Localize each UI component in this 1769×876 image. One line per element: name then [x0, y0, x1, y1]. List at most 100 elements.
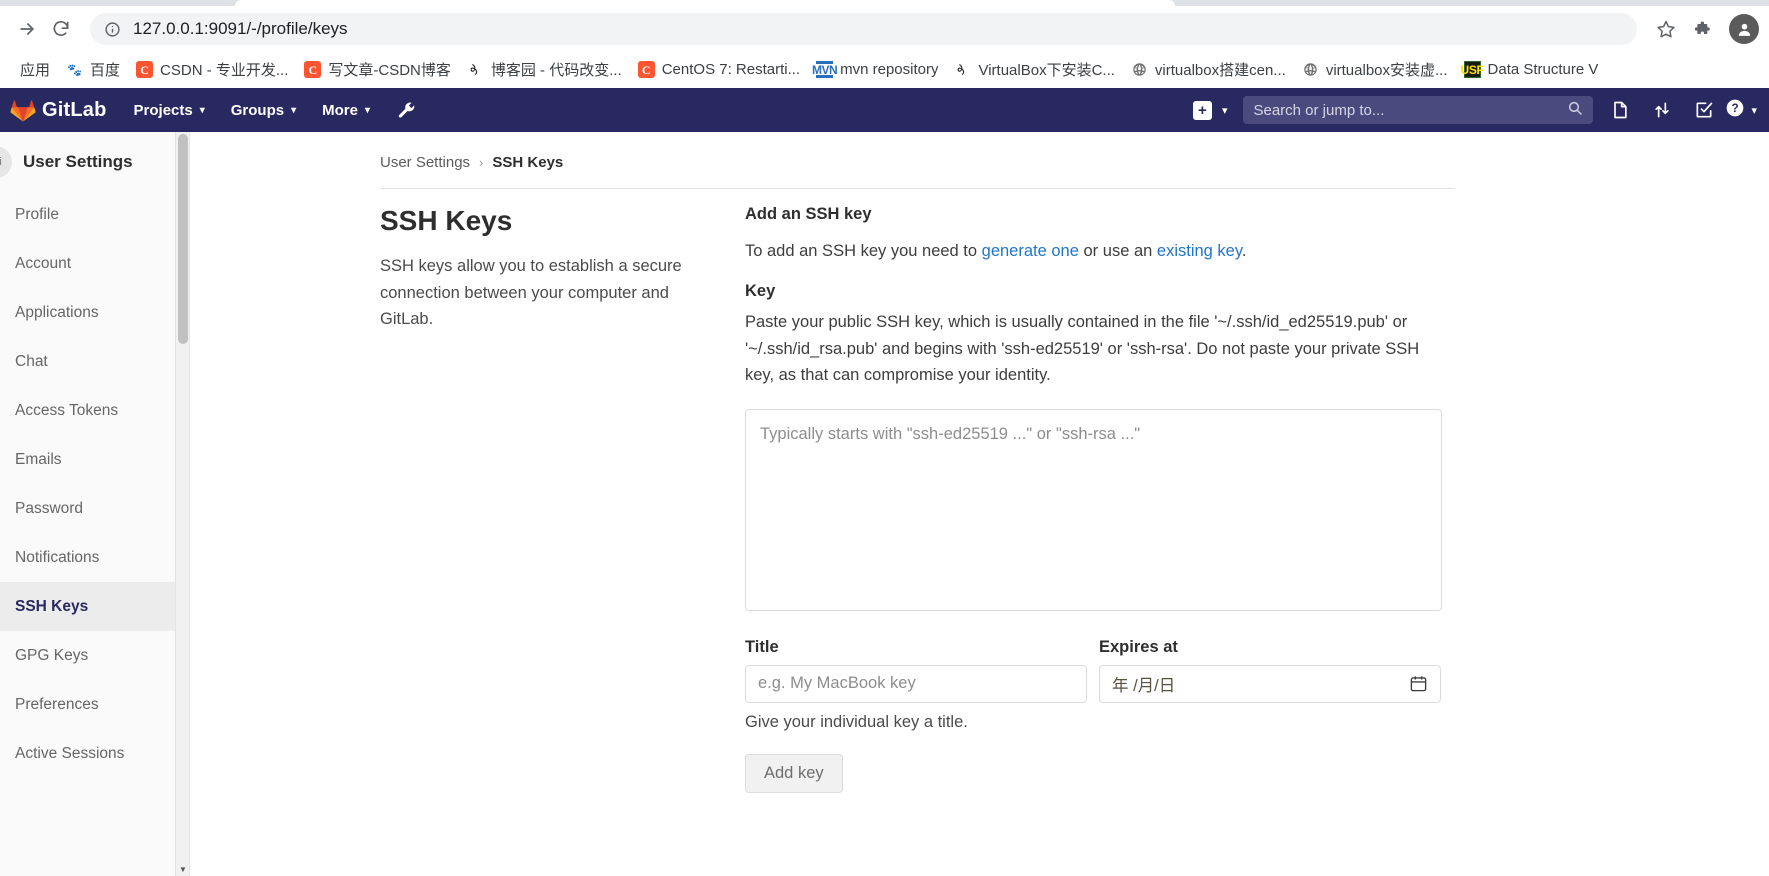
bookmarks-bar: 应用 🐾 百度 C CSDN - 专业开发... C 写文章-CSDN博客 博客…	[0, 52, 1769, 88]
bookmark-label: CSDN - 专业开发...	[160, 62, 289, 79]
search-magnifier-icon	[1567, 100, 1583, 121]
site-info-icon[interactable]	[104, 21, 121, 38]
bookmark-label: Data Structure V	[1487, 61, 1599, 78]
sidebar-item-applications[interactable]: Applications	[0, 288, 189, 337]
todos-icon[interactable]	[1683, 88, 1725, 132]
new-item-dropdown[interactable]: + ▾	[1183, 100, 1238, 120]
chevron-down-icon: ▾	[291, 104, 297, 116]
extensions-puzzle-icon[interactable]	[1687, 12, 1721, 46]
sidebar-inner: mi User Settings Profile Account App	[0, 132, 189, 778]
bookmark-item[interactable]: 博客园 - 代码改变...	[459, 56, 630, 84]
sidebar-item-label: SSH Keys	[15, 597, 89, 615]
breadcrumb-parent[interactable]: User Settings	[380, 154, 470, 171]
search-input[interactable]: Search or jump to...	[1243, 96, 1594, 124]
bookmark-item[interactable]: 🐾 百度	[58, 56, 128, 84]
nav-projects[interactable]: Projects ▾	[121, 88, 218, 132]
wrench-admin-icon[interactable]	[383, 101, 430, 120]
bookmark-label: 博客园 - 代码改变...	[490, 62, 622, 79]
plus-new-icon: +	[1192, 100, 1212, 120]
sidebar-item-label: Chat	[15, 352, 48, 370]
sidebar-title: User Settings	[23, 152, 133, 171]
sidebar-scroll-thumb[interactable]	[178, 134, 188, 344]
bookmark-item[interactable]: MVN mvn repository	[808, 56, 946, 84]
gitlab-navbar: GitLab Projects ▾ Groups ▾ More ▾ + ▾ Se…	[0, 88, 1769, 132]
baidu-icon: 🐾	[67, 62, 82, 77]
avatar[interactable]: mi	[0, 146, 12, 178]
help-menu[interactable]: ? ▾	[1725, 98, 1761, 123]
sidebar-item-notifications[interactable]: Notifications	[0, 533, 189, 582]
active-tab[interactable]	[235, 0, 1175, 6]
svg-text:?: ?	[1732, 102, 1739, 115]
page-intro-text: SSH keys allow you to establish a secure…	[380, 257, 682, 329]
sidebar-item-password[interactable]: Password	[0, 484, 189, 533]
sidebar-item-label: GPG Keys	[15, 646, 89, 664]
page-title: SSH Keys	[380, 205, 513, 236]
chevron-down-icon: ▾	[1221, 104, 1228, 117]
browser-chrome: 127.0.0.1:9091/-/profile/keys 应用 🐾 百度 C …	[0, 0, 1769, 88]
mvn-icon: MVN	[812, 61, 838, 78]
title-input[interactable]	[745, 664, 1087, 703]
bookmark-item[interactable]: USF Data Structure V	[1456, 56, 1607, 84]
add-key-button[interactable]: Add key	[745, 753, 843, 793]
bookmark-label: VirtualBox下安装C...	[978, 62, 1115, 79]
scroll-down-arrow-icon[interactable]: ▼	[176, 862, 189, 876]
sidebar-item-account[interactable]: Account	[0, 239, 189, 288]
sidebar-scrollbar[interactable]: ▲ ▼	[175, 132, 189, 876]
merge-requests-icon[interactable]	[1641, 88, 1683, 132]
gitlab-brand-label: GitLab	[42, 98, 107, 121]
search-placeholder: Search or jump to...	[1253, 101, 1385, 119]
sidebar-item-access-tokens[interactable]: Access Tokens	[0, 386, 189, 435]
sidebar-item-preferences[interactable]: Preferences	[0, 680, 189, 729]
bookmark-item[interactable]: C CSDN - 专业开发...	[128, 56, 296, 84]
bookmark-item[interactable]: virtualbox安装虚...	[1294, 56, 1456, 84]
bookmark-label: 应用	[20, 62, 51, 79]
bookmark-label: virtualbox搭建cen...	[1154, 62, 1286, 79]
title-field-group: Title Give your individual key a title.	[745, 638, 1087, 732]
expires-date-input[interactable]: 年 /月/日	[1099, 664, 1441, 703]
globe-icon	[1131, 61, 1148, 78]
nav-groups[interactable]: Groups ▾	[218, 88, 309, 132]
csdn-icon: C	[637, 61, 655, 78]
content-inner: User Settings › SSH Keys SSH Keys SSH ke…	[190, 132, 1769, 793]
bookmark-item[interactable]: C 写文章-CSDN博客	[296, 56, 459, 84]
key-field-help: Paste your public SSH key, which is usua…	[745, 313, 1420, 385]
bookmark-item[interactable]: 应用	[12, 56, 58, 84]
sidebar-item-emails[interactable]: Emails	[0, 435, 189, 484]
sidebar-item-label: Access Tokens	[15, 401, 119, 419]
calendar-icon[interactable]	[1409, 674, 1428, 693]
sidebar-item-ssh-keys[interactable]: SSH Keys	[0, 582, 189, 631]
gitlab-home-link[interactable]: GitLab	[10, 97, 107, 123]
issues-icon[interactable]	[1599, 88, 1641, 132]
profile-icon	[0, 208, 2, 221]
forward-arrow-icon[interactable]	[10, 12, 44, 46]
bookmark-item[interactable]: C CentOS 7: Restarti...	[630, 56, 808, 84]
cnblogs-icon	[467, 61, 484, 78]
settings-two-column: SSH Keys SSH keys allow you to establish…	[380, 189, 1769, 793]
bookmark-item[interactable]: virtualbox搭建cen...	[1123, 56, 1294, 84]
sidebar-item-gpg-keys[interactable]: GPG Keys	[0, 631, 189, 680]
bookmark-label: mvn repository	[840, 61, 939, 78]
sidebar-item-chat[interactable]: Chat	[0, 337, 189, 386]
reload-icon[interactable]	[44, 12, 78, 46]
generate-one-link[interactable]: generate one	[982, 242, 1079, 260]
sidebar-header: mi User Settings	[0, 132, 189, 190]
nav-more[interactable]: More ▾	[309, 88, 383, 132]
existing-key-link[interactable]: existing key	[1157, 242, 1242, 260]
sidebar-item-label: Account	[15, 254, 72, 272]
ssh-key-icon	[0, 600, 2, 613]
sidebar-item-active-sessions[interactable]: Active Sessions	[0, 729, 189, 778]
applications-icon	[0, 306, 2, 319]
key-input[interactable]	[745, 408, 1442, 611]
expires-field-label: Expires at	[1099, 637, 1178, 656]
main-content: User Settings › SSH Keys SSH Keys SSH ke…	[190, 132, 1769, 876]
title-expires-row: Title Give your individual key a title. …	[745, 638, 1445, 732]
address-bar[interactable]: 127.0.0.1:9091/-/profile/keys	[90, 13, 1637, 45]
password-icon	[0, 502, 2, 515]
settings-description-column: SSH Keys SSH keys allow you to establish…	[380, 205, 745, 793]
bookmark-item[interactable]: VirtualBox下安装C...	[946, 56, 1122, 84]
bookmark-star-icon[interactable]	[1649, 12, 1683, 46]
sidebar-item-profile[interactable]: Profile	[0, 190, 189, 239]
bookmark-label: 百度	[90, 62, 121, 79]
profile-avatar-icon[interactable]	[1729, 14, 1759, 44]
key-field-label: Key	[745, 282, 776, 301]
